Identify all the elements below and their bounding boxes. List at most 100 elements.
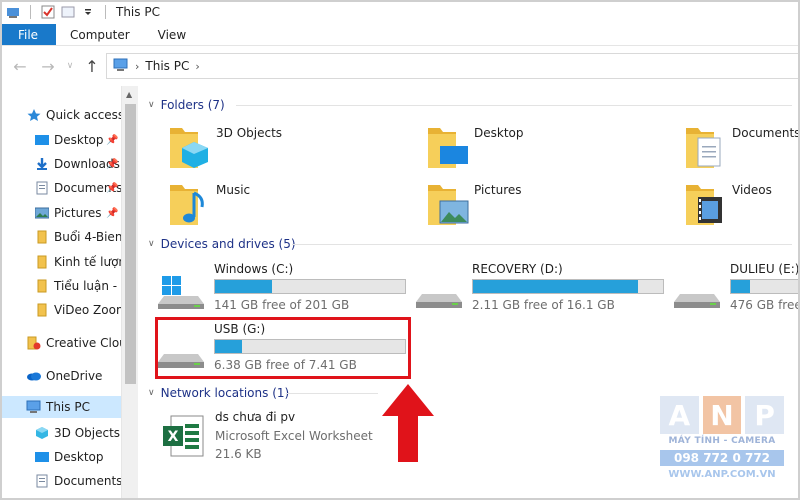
download-icon <box>34 156 50 172</box>
pictures-icon <box>34 205 50 221</box>
divider <box>30 5 31 19</box>
sidebar-item-folder-video-zoom[interactable]: ViDeo Zoom <box>34 299 121 321</box>
chevron-down-icon: ∨ <box>66 61 74 71</box>
pc-icon <box>26 399 42 415</box>
excel-icon: X <box>163 415 204 457</box>
sidebar-item-folder-kinh-te-luong[interactable]: Kinh tế lượng <box>34 251 121 273</box>
usage-bar <box>472 279 664 294</box>
navigation-pane[interactable]: Quick access Desktop 📌 Downloads 📌 Docum… <box>0 86 138 500</box>
usage-bar <box>214 279 406 294</box>
usage-fill <box>473 280 639 293</box>
pin-icon[interactable]: 📌 <box>106 159 118 170</box>
folder-documents[interactable]: Documents <box>684 124 800 176</box>
folder-icon <box>34 229 50 245</box>
folder-icon <box>34 254 50 270</box>
logo-letter: P <box>745 396 785 434</box>
chevron-right-icon[interactable]: › <box>135 60 139 73</box>
address-location[interactable]: This PC <box>145 59 189 73</box>
ribbon: File Computer View <box>0 24 800 46</box>
sidebar-item-documents-pc[interactable]: Documents <box>34 470 121 492</box>
documents-folder-icon <box>686 128 721 168</box>
svg-text:X: X <box>168 429 179 445</box>
onedrive-icon <box>26 368 42 384</box>
sidebar-item-creative-cloud[interactable]: Creative Cloud <box>26 332 121 354</box>
documents-icon <box>34 473 50 489</box>
scroll-up-icon[interactable]: ▲ <box>126 90 132 99</box>
pc-icon <box>113 58 129 75</box>
drive-icon <box>416 294 462 308</box>
group-header-folders[interactable]: ∨ Folders (7) <box>148 96 225 114</box>
sidebar-item-downloads[interactable]: Downloads 📌 <box>34 153 121 175</box>
tab-computer[interactable]: Computer <box>56 24 144 45</box>
tab-view[interactable]: View <box>144 24 200 45</box>
divider <box>236 105 792 106</box>
3d-objects-folder-icon <box>170 128 208 168</box>
sidebar-item-documents[interactable]: Documents 📌 <box>34 177 121 199</box>
folder-3d-objects[interactable]: 3D Objects <box>168 124 408 176</box>
usage-bar <box>730 279 800 294</box>
sidebar-item-folder-tieu-luan[interactable]: Tiểu luận - Ba <box>34 275 121 297</box>
pin-icon[interactable]: 📌 <box>106 208 118 219</box>
group-header-devices[interactable]: ∨ Devices and drives (5) <box>148 235 296 253</box>
new-folder-icon[interactable] <box>61 5 75 19</box>
sidebar-item-this-pc[interactable]: This PC <box>0 396 121 418</box>
group-header-network[interactable]: ∨ Network locations (1) <box>148 384 289 402</box>
folder-icon <box>34 278 50 294</box>
recent-locations-button[interactable]: ∨ <box>62 52 78 80</box>
folder-desktop[interactable]: Desktop <box>426 124 666 176</box>
customize-toolbar-icon[interactable] <box>81 5 95 19</box>
sidebar-item-pictures[interactable]: Pictures 📌 <box>34 202 121 224</box>
usb-highlight-box <box>155 317 411 379</box>
music-folder-icon <box>170 185 204 225</box>
pin-icon[interactable]: 📌 <box>106 183 118 194</box>
arrow-up-icon: ↑ <box>85 56 99 76</box>
watermark-tagline: MÁY TÍNH - CAMERA <box>668 436 776 446</box>
logo-letter: A <box>660 396 699 434</box>
address-bar[interactable]: › This PC › <box>106 53 800 79</box>
anp-watermark-logo: A N P MÁY TÍNH - CAMERA 098 772 0 772 WW… <box>660 396 785 496</box>
arrow-right-icon: → <box>41 56 55 76</box>
chevron-down-icon[interactable]: ∨ <box>148 239 155 249</box>
up-button[interactable]: ↑ <box>78 52 106 80</box>
folder-music[interactable]: Music <box>168 181 408 233</box>
drive-dulieu-e[interactable]: DULIEU (E:) 476 GB free <box>674 262 800 318</box>
videos-folder-icon <box>686 185 722 225</box>
properties-icon[interactable] <box>41 5 55 19</box>
logo-letter: N <box>702 396 742 434</box>
forward-button[interactable]: → <box>34 52 62 80</box>
sidebar-item-3d-objects[interactable]: 3D Objects <box>34 422 121 444</box>
sidebar-item-quick-access[interactable]: Quick access <box>26 104 121 126</box>
navigation-scrollbar[interactable]: ▲ <box>121 86 138 500</box>
drive-icon <box>674 294 720 308</box>
folder-pictures[interactable]: Pictures <box>426 181 666 233</box>
star-icon <box>26 107 42 123</box>
windows-drive-icon <box>158 276 204 309</box>
chevron-down-icon[interactable]: ∨ <box>148 388 155 398</box>
window-title: This PC <box>116 5 160 19</box>
usage-fill <box>731 280 750 293</box>
divider <box>286 393 378 394</box>
watermark-site: WWW.ANP.COM.VN <box>668 469 776 480</box>
explorer-icon[interactable] <box>6 5 20 19</box>
navigation-row: ← → ∨ ↑ › This PC › <box>0 46 800 86</box>
sidebar-item-desktop[interactable]: Desktop 📌 <box>34 129 121 151</box>
sidebar-item-desktop-pc[interactable]: Desktop <box>34 446 121 468</box>
drive-windows-c[interactable]: Windows (C:) 141 GB free of 201 GB <box>158 262 418 318</box>
divider <box>105 5 106 19</box>
scrollbar-thumb[interactable] <box>125 104 136 384</box>
sidebar-item-onedrive[interactable]: OneDrive <box>26 365 121 387</box>
folder-icon <box>34 302 50 318</box>
drive-recovery-d[interactable]: RECOVERY (D:) 2.11 GB free of 16.1 GB <box>416 262 676 318</box>
sidebar-item-folder-buoi4[interactable]: Buổi 4-BienG <box>34 226 121 248</box>
arrow-left-icon: ← <box>13 56 27 76</box>
red-arrow-annotation <box>382 384 434 462</box>
pin-icon[interactable]: 📌 <box>106 135 118 146</box>
chevron-right-icon[interactable]: › <box>195 60 199 73</box>
creative-cloud-icon <box>26 335 42 351</box>
tab-file[interactable]: File <box>0 24 56 45</box>
folder-videos[interactable]: Videos <box>684 181 800 233</box>
back-button[interactable]: ← <box>6 52 34 80</box>
desktop-folder-icon <box>428 128 468 168</box>
desktop-icon <box>34 449 50 465</box>
chevron-down-icon[interactable]: ∨ <box>148 100 155 110</box>
